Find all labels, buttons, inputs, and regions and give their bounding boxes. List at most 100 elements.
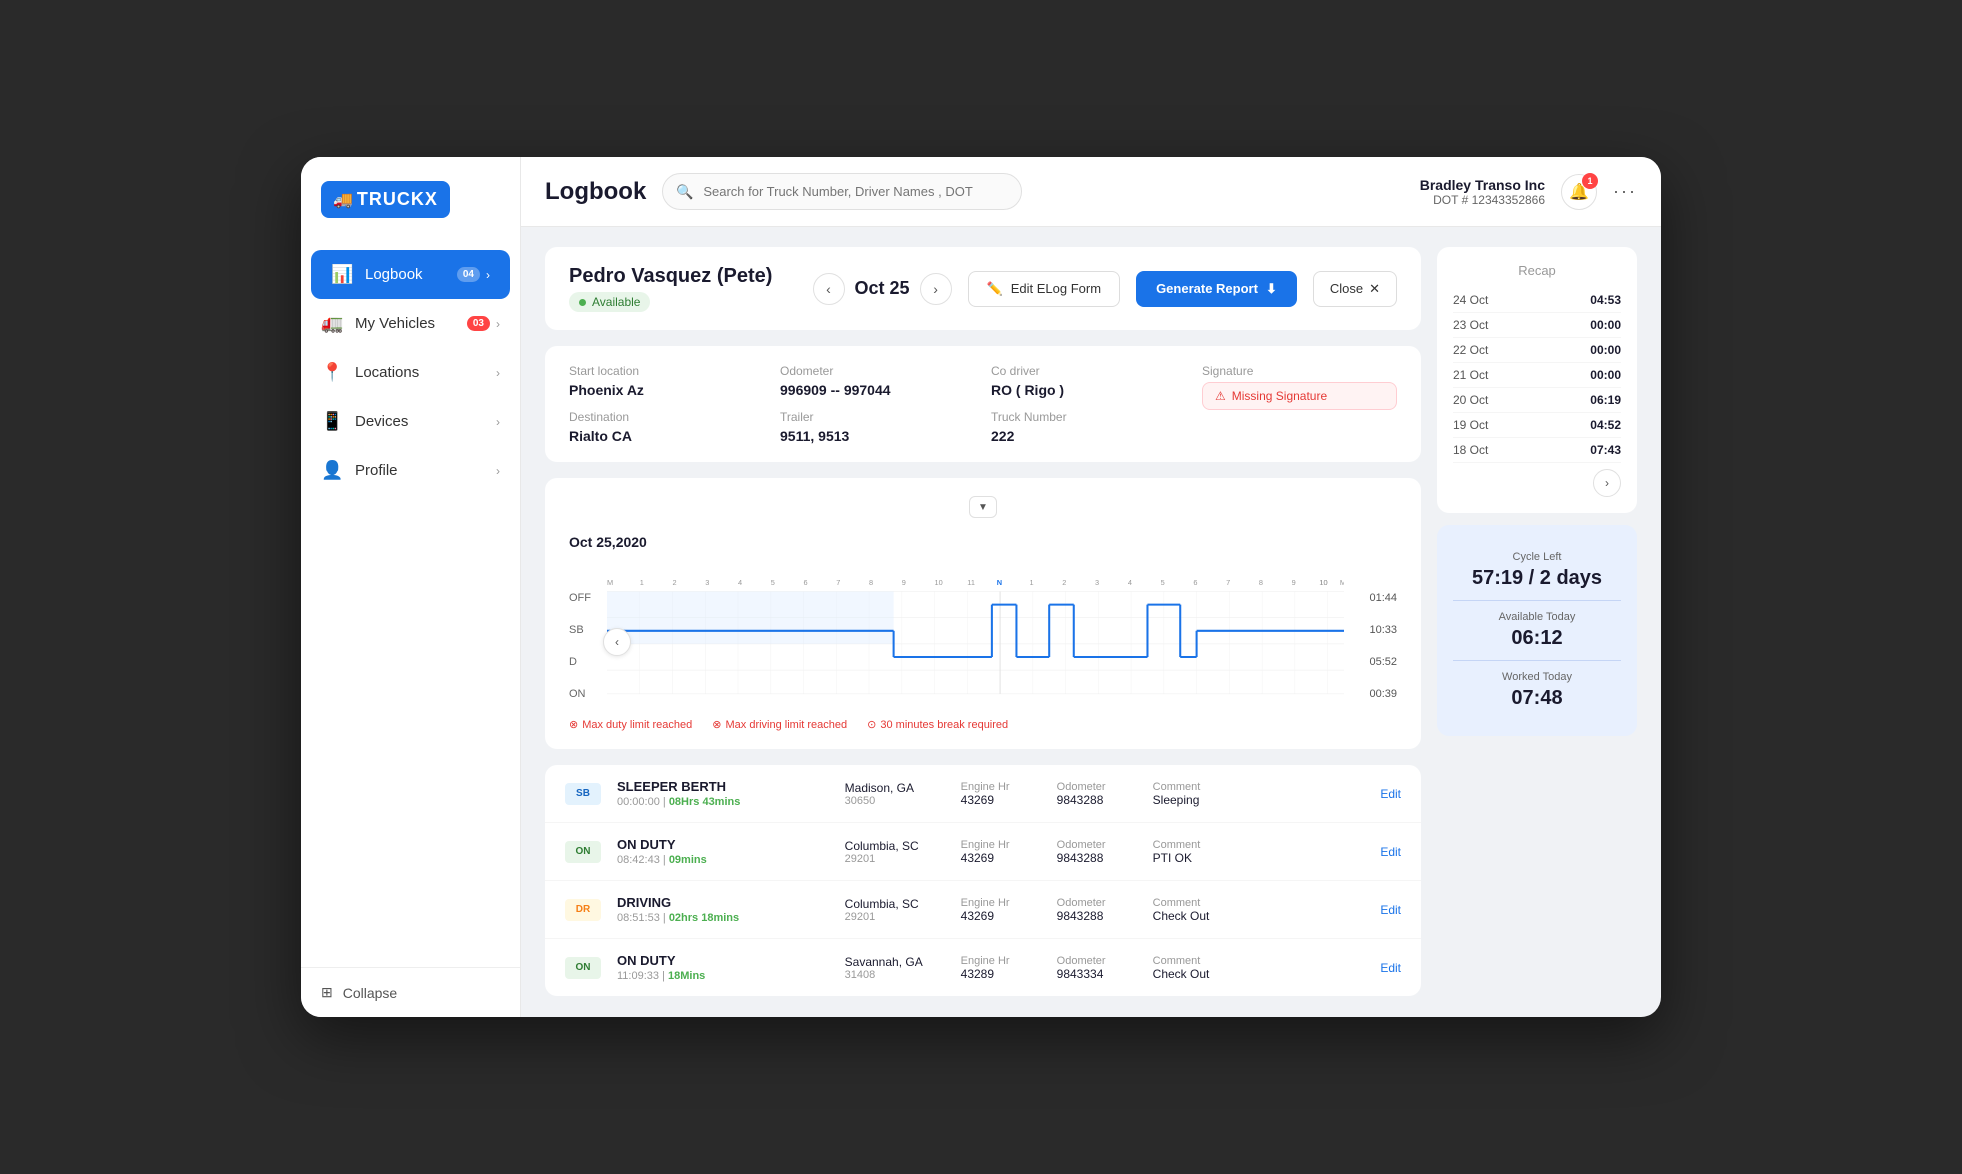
entry-edit-on2[interactable]: Edit xyxy=(1380,961,1401,975)
entry-type-badge-sb: SB xyxy=(565,783,601,805)
date-prev-button[interactable]: ‹ xyxy=(813,273,845,305)
list-item: 21 Oct 00:00 xyxy=(1453,363,1621,388)
recap-time-0: 04:53 xyxy=(1590,293,1621,307)
truck-number-label: Truck Number xyxy=(991,410,1186,424)
entry-type-badge-on1: ON xyxy=(565,841,601,863)
svg-text:7: 7 xyxy=(1226,578,1230,587)
recap-next-button[interactable]: › xyxy=(1593,469,1621,497)
sidebar-item-my-vehicles[interactable]: 🚛 My Vehicles 03 › xyxy=(301,299,520,348)
entry-engine-on1: Engine Hr 43269 xyxy=(961,839,1041,865)
entry-location-dr: Columbia, SC 29201 xyxy=(845,897,945,923)
main-content: Logbook 🔍 Bradley Transo Inc DOT # 12343… xyxy=(521,157,1661,1017)
svg-text:8: 8 xyxy=(869,578,873,587)
search-area: 🔍 xyxy=(662,173,1022,210)
logo-text: TRUCKX xyxy=(357,189,438,210)
recap-time-6: 07:43 xyxy=(1590,443,1621,457)
recap-time-2: 00:00 xyxy=(1590,343,1621,357)
recap-date-0: 24 Oct xyxy=(1453,293,1488,307)
warning-driving-text: Max driving limit reached xyxy=(725,719,847,731)
cycle-left-label: Cycle Left xyxy=(1453,551,1621,563)
entry-start-dr: 08:51:53 xyxy=(617,912,660,924)
edit-icon: ✏️ xyxy=(987,281,1003,297)
chart-dropdown-button[interactable]: ▼ xyxy=(969,496,997,518)
sidebar-item-logbook[interactable]: 📊 Logbook 04 › xyxy=(311,250,510,299)
chart-row-d-label: D xyxy=(569,646,599,678)
entry-time-dr: 08:51:53 | 02hrs 18mins xyxy=(617,912,829,924)
warning-max-driving: ⊗ Max driving limit reached xyxy=(712,718,847,731)
entry-duration-on2: 18Mins xyxy=(668,970,705,982)
co-driver-value: RO ( Rigo ) xyxy=(991,382,1186,398)
warning-break: ⊙ 30 minutes break required xyxy=(867,718,1008,731)
chart-row-d-time: 05:52 xyxy=(1352,646,1397,678)
sidebar-nav: 📊 Logbook 04 › 🚛 My Vehicles 03 › 📍 Loca… xyxy=(301,242,520,967)
entry-type-badge-on2: ON xyxy=(565,957,601,979)
driver-info: Pedro Vasquez (Pete) Available xyxy=(569,265,797,312)
entry-duration-dr: 02hrs 18mins xyxy=(669,912,739,924)
entry-edit-dr[interactable]: Edit xyxy=(1380,903,1401,917)
entry-edit-on1[interactable]: Edit xyxy=(1380,845,1401,859)
sidebar-item-profile[interactable]: 👤 Profile › xyxy=(301,446,520,495)
logbook-badge: 04 xyxy=(457,267,480,282)
elog-chart: M 1 2 3 4 5 6 7 8 9 10 1 xyxy=(607,562,1344,707)
entry-main-on1: ON DUTY 08:42:43 | 09mins xyxy=(617,837,829,866)
entry-odometer-on1: Odometer 9843288 xyxy=(1057,839,1137,865)
warning-duty-icon: ⊗ xyxy=(569,718,578,731)
devices-chevron-icon: › xyxy=(496,415,500,429)
chart-row-on-time: 00:39 xyxy=(1352,678,1397,710)
signature-item: Signature ⚠ Missing Signature xyxy=(1202,364,1397,410)
driver-header-card: Pedro Vasquez (Pete) Available ‹ Oct 25 … xyxy=(545,247,1421,330)
entry-time-on1: 08:42:43 | 09mins xyxy=(617,854,829,866)
chart-date-label: Oct 25,2020 xyxy=(569,534,1397,550)
entry-edit-sb[interactable]: Edit xyxy=(1380,787,1401,801)
signature-label: Signature xyxy=(1202,364,1397,378)
entry-comment-sb: Comment Sleeping xyxy=(1153,781,1365,807)
svg-text:6: 6 xyxy=(804,578,808,587)
svg-text:10: 10 xyxy=(1319,578,1327,587)
more-options-button[interactable]: ··· xyxy=(1613,181,1637,202)
entry-location-on2: Savannah, GA 31408 xyxy=(845,955,945,981)
recap-date-1: 23 Oct xyxy=(1453,318,1488,332)
close-button[interactable]: Close ✕ xyxy=(1313,271,1397,307)
entry-name-sb: SLEEPER BERTH xyxy=(617,779,829,794)
chart-card: ▼ Oct 25,2020 OFF SB D ON ‹ xyxy=(545,478,1421,749)
table-row: DR DRIVING 08:51:53 | 02hrs 18mins Colum… xyxy=(545,881,1421,939)
logo: 🚚 TRUCKX xyxy=(321,181,450,218)
svg-text:M: M xyxy=(1340,578,1344,587)
list-item: 20 Oct 06:19 xyxy=(1453,388,1621,413)
svg-text:11: 11 xyxy=(967,578,975,587)
sidebar-item-devices[interactable]: 📱 Devices › xyxy=(301,397,520,446)
table-row: ON ON DUTY 11:09:33 | 18Mins Savannah, G… xyxy=(545,939,1421,996)
co-driver-item: Co driver RO ( Rigo ) Truck Number 222 xyxy=(991,364,1186,444)
entry-engine-sb: Engine Hr 43269 xyxy=(961,781,1041,807)
svg-text:9: 9 xyxy=(902,578,906,587)
entry-name-on1: ON DUTY xyxy=(617,837,829,852)
date-next-button[interactable]: › xyxy=(920,273,952,305)
cycle-left-value: 57:19 / 2 days xyxy=(1453,567,1621,590)
edit-elog-button[interactable]: ✏️ Edit ELog Form xyxy=(968,271,1121,307)
svg-text:2: 2 xyxy=(1062,578,1066,587)
notification-button[interactable]: 🔔 1 xyxy=(1561,174,1597,210)
entry-odometer-dr: Odometer 9843288 xyxy=(1057,897,1137,923)
entry-odometer-sb: Odometer 9843288 xyxy=(1057,781,1137,807)
entry-comment-on2: Comment Check Out xyxy=(1153,955,1365,981)
vehicles-chevron-icon: › xyxy=(496,317,500,331)
vehicles-badge: 03 xyxy=(467,316,490,331)
missing-signature-badge: ⚠ Missing Signature xyxy=(1202,382,1397,410)
search-input[interactable] xyxy=(662,173,1022,210)
start-location-label: Start location xyxy=(569,364,764,378)
chart-prev-button[interactable]: ‹ xyxy=(603,628,631,656)
generate-report-button[interactable]: Generate Report ⬇ xyxy=(1136,271,1297,307)
profile-chevron-icon: › xyxy=(496,464,500,478)
collapse-button[interactable]: ⊞ Collapse xyxy=(321,984,500,1001)
cycle-card: Cycle Left 57:19 / 2 days Available Toda… xyxy=(1437,525,1637,736)
entry-duration-sb: 08Hrs 43mins xyxy=(669,796,741,808)
svg-text:1: 1 xyxy=(640,578,644,587)
table-row: SB SLEEPER BERTH 00:00:00 | 08Hrs 43mins… xyxy=(545,765,1421,823)
sidebar-item-locations[interactable]: 📍 Locations › xyxy=(301,348,520,397)
list-item: 19 Oct 04:52 xyxy=(1453,413,1621,438)
svg-text:5: 5 xyxy=(1161,578,1165,587)
svg-text:6: 6 xyxy=(1193,578,1197,587)
entry-start-on1: 08:42:43 xyxy=(617,854,660,866)
company-info: Bradley Transo Inc DOT # 12343352866 xyxy=(1420,177,1545,207)
recap-time-5: 04:52 xyxy=(1590,418,1621,432)
